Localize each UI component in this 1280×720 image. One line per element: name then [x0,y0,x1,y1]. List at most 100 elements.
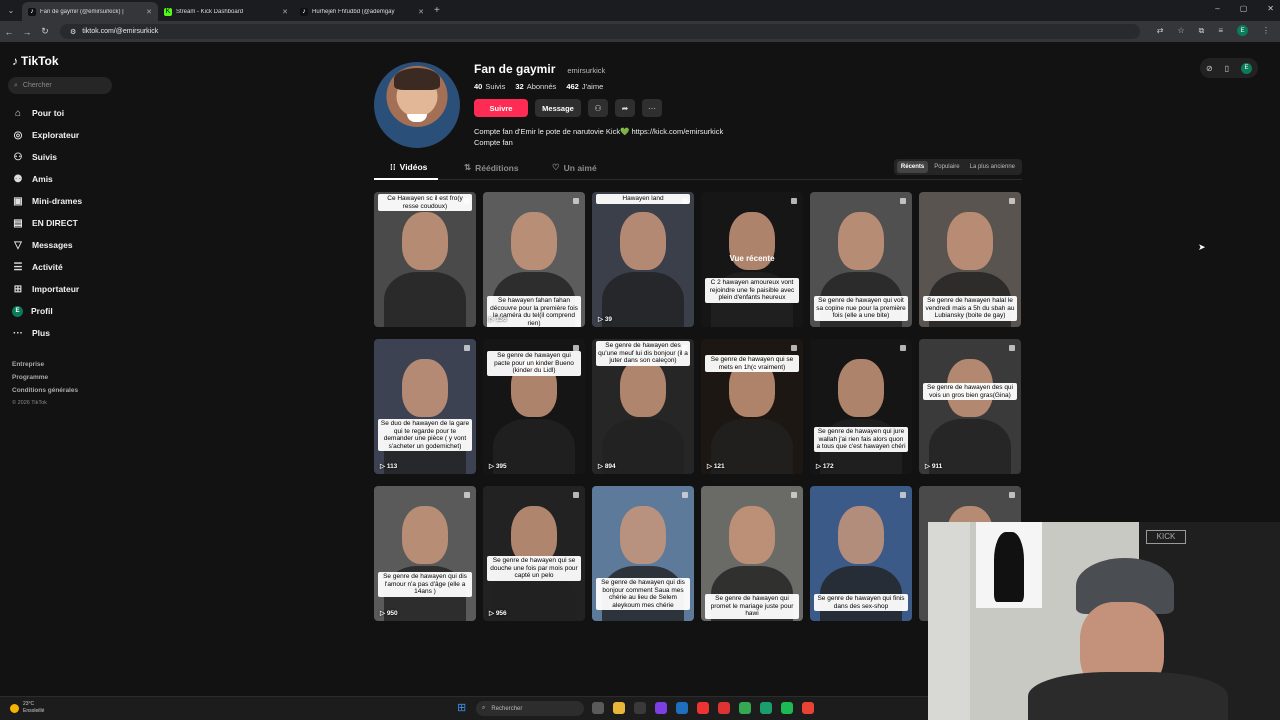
footer-link-entreprise[interactable]: Entreprise [12,358,78,371]
tab-reposts[interactable]: ⇅ Rééditions [464,162,519,173]
video-thumbnail[interactable]: C 2 hawayen amoureux vont rejoindre une … [701,192,803,327]
tab-search-icon[interactable]: ⌄ [0,0,22,21]
video-thumbnail[interactable]: Se genre de hawayen des qui vois un gros… [919,339,1021,474]
browser-menu-icon[interactable]: ⋮ [1262,26,1270,35]
tab-close-icon[interactable]: ✕ [282,8,288,16]
tab-liked[interactable]: ♡ Un aimé [552,162,597,173]
new-tab-button[interactable]: + [434,5,440,16]
window-controls: – ▢ ✕ [1215,4,1274,13]
view-count: ▷ 172 [816,463,834,470]
tab-close-icon[interactable]: ✕ [146,8,152,16]
search-input[interactable]: ⌕ Chercher [8,77,112,94]
windows-start-icon[interactable]: ⊞ [457,702,469,714]
tiktok-logo[interactable]: ♪ TikTok [12,54,59,68]
site-info-icon[interactable]: ⚙ [70,28,76,36]
browser-tab[interactable]: K Stream - Kick Dashboard ✕ [158,2,294,21]
taskbar-app-icon[interactable] [676,702,688,714]
browser-profile-avatar[interactable]: E [1237,25,1248,36]
sidebar-item-mini-drames[interactable]: ▣ Mini-drames [12,190,82,212]
weather-widget[interactable]: 23°C Ensoleillé [10,701,44,715]
reload-icon[interactable]: ↻ [36,26,54,37]
multi-video-icon [1009,492,1015,498]
device-icon[interactable]: ▯ [1225,64,1229,73]
footer-link-programme[interactable]: Programme [12,371,78,384]
message-button[interactable]: Message [535,99,581,117]
taskbar-app-icon[interactable] [655,702,667,714]
sidebar-item-activit-[interactable]: ☰ Activité [12,256,82,278]
user-avatar[interactable]: E [1240,62,1252,74]
sort-recent[interactable]: Récents [896,161,929,173]
video-thumbnail[interactable]: Se genre de hawayen qui promet le mariag… [701,486,803,621]
thumb-body [384,272,466,327]
address-bar[interactable]: ⚙ tiktok.com/@emirsurkick [60,24,1140,39]
video-thumbnail[interactable]: Ce Hawayen sc il est fro(y resse coudoux… [374,192,476,327]
minimize-icon[interactable]: – [1215,4,1219,13]
following-icon: ⚇ [13,151,23,163]
sort-popular[interactable]: Populaire [930,161,963,173]
following-stat[interactable]: 40 Suivis [474,82,505,91]
media-icon[interactable]: ≡ [1218,26,1223,35]
share-icon[interactable]: ➦ [615,99,635,117]
add-friend-icon[interactable]: ⚇ [588,99,608,117]
video-thumbnail[interactable]: Se genre de hawayen des qu'une meuf lui … [592,339,694,474]
browser-tab[interactable]: ♪ Hurhejeh Fhfudbd (@ademgay ✕ [294,2,430,21]
taskbar-app-icon[interactable] [802,702,814,714]
tab-close-icon[interactable]: ✕ [418,8,424,16]
back-icon[interactable]: ← [0,27,18,37]
extensions-area: ⇄ ☆ ⧉ ≡ E ⋮ [1157,25,1270,36]
taskbar-app-icon[interactable] [718,702,730,714]
video-thumbnail[interactable]: Se duo de hawayen de la gare qui te rega… [374,339,476,474]
search-placeholder: Chercher [22,82,52,89]
sidebar-item-profil[interactable]: E Profil [12,300,82,322]
sidebar-item-plus[interactable]: ··· Plus [12,322,82,344]
multi-video-icon [791,198,797,204]
taskbar-app-icon[interactable] [781,702,793,714]
translate-icon[interactable]: ⇄ [1157,26,1164,35]
close-icon[interactable]: ✕ [1267,4,1274,13]
video-thumbnail[interactable]: Se genre de hawayen qui dis bonjour comm… [592,486,694,621]
multi-video-icon [900,492,906,498]
taskbar-apps [592,702,814,714]
extensions-icon[interactable]: ⧉ [1199,26,1205,36]
taskbar-app-icon[interactable] [760,702,772,714]
follow-button[interactable]: Suivre [474,99,528,117]
tab-videos[interactable]: ⁞⁞ Vidéos [390,162,427,172]
profile-avatar[interactable] [374,62,460,148]
sidebar-item-messages[interactable]: ▽ Messages [12,234,82,256]
sidebar-item-suivis[interactable]: ⚇ Suivis [12,146,82,168]
video-thumbnail[interactable]: Se genre de hawayen halal le vendredi ma… [919,192,1021,327]
browser-tab[interactable]: ♪ Fan de gaymir (@emirsurkick) | ✕ [22,2,158,21]
taskbar-app-icon[interactable] [697,702,709,714]
thumb-face [620,506,666,564]
taskbar-app-icon[interactable] [592,702,604,714]
coins-icon[interactable]: ⊘ [1206,64,1213,73]
video-thumbnail[interactable]: Se genre de hawayen qui pacte pour un ki… [483,339,585,474]
sidebar-item-amis[interactable]: ⚉ Amis [12,168,82,190]
view-count: ▷ 39 [598,316,613,323]
footer-link-conditions[interactable]: Conditions générales [12,384,78,397]
video-thumbnail[interactable]: Se genre de hawayen qui se mets en 1h(c … [701,339,803,474]
video-thumbnail[interactable]: Se genre de hawayen qui voit sa copine n… [810,192,912,327]
sort-oldest[interactable]: La plus ancienne [966,161,1019,173]
taskbar-app-icon[interactable] [634,702,646,714]
video-thumbnail[interactable]: Se genre de hawayen qui jure wallah j'ai… [810,339,912,474]
taskbar-app-icon[interactable] [613,702,625,714]
video-thumbnail[interactable]: Se genre de hawayen qui se douche une fo… [483,486,585,621]
video-thumbnail[interactable]: Se hawayen fahan fahan découvre pour la … [483,192,585,327]
taskbar-search[interactable]: ⌕ Rechercher [476,701,584,716]
sun-icon [10,703,19,713]
sidebar-item-en-direct[interactable]: ▤ EN DIRECT [12,212,82,234]
bookmark-star-icon[interactable]: ☆ [1177,26,1184,35]
sidebar-item-importateur[interactable]: ⊞ Importateur [12,278,82,300]
sidebar-item-explorateur[interactable]: ◎ Explorateur [12,124,82,146]
video-thumbnail[interactable]: Se genre de hawayen qui dis l'amour n'a … [374,486,476,621]
followers-stat[interactable]: 32 Abonnés [515,82,556,91]
video-thumbnail[interactable]: Hawayen land ▷ 39 [592,192,694,327]
tiktok-note-icon: ♪ [12,54,18,68]
sidebar-item-pour-toi[interactable]: ⌂ Pour toi [12,102,82,124]
forward-icon[interactable]: → [18,27,36,37]
maximize-icon[interactable]: ▢ [1240,4,1248,13]
taskbar-app-icon[interactable] [739,702,751,714]
more-options-icon[interactable]: ··· [642,99,662,117]
video-thumbnail[interactable]: Se genre de hawayen qui finis dans des s… [810,486,912,621]
